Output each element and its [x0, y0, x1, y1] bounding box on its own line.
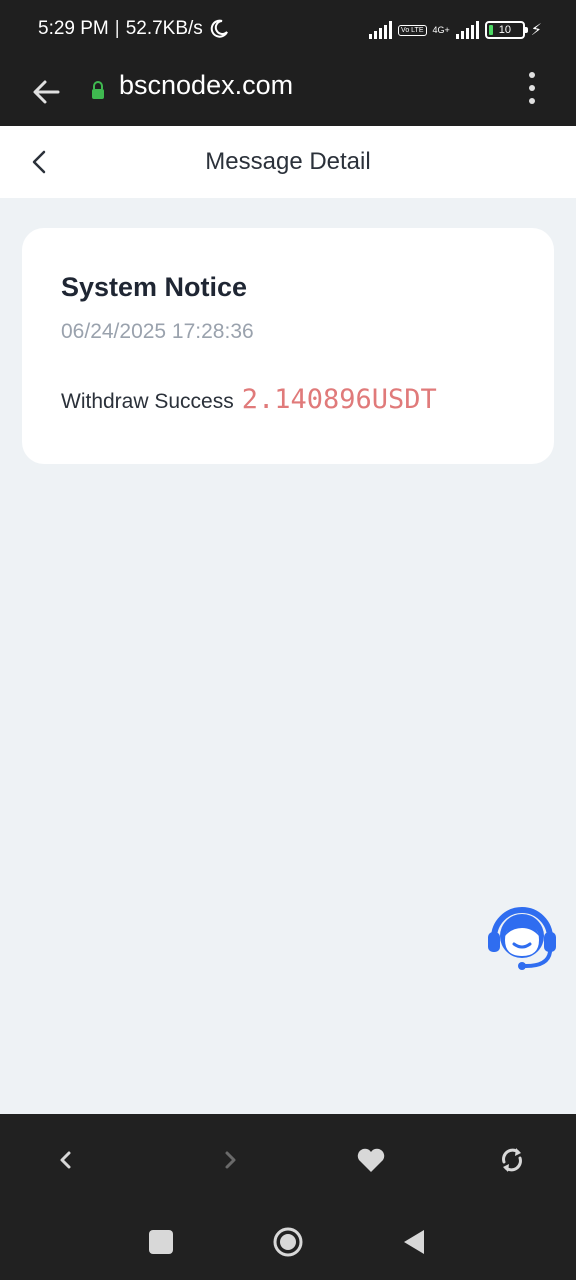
battery-icon: 10: [484, 21, 528, 39]
browser-bottom-nav: [0, 1114, 576, 1206]
battery-level: 10: [498, 24, 512, 36]
signal-icon: [369, 21, 393, 39]
status-bar: 5:29 PM | 52.7KB/s Vo LTE 4G+ 10 ⚡: [0, 0, 576, 60]
heart-icon[interactable]: [355, 1144, 387, 1176]
signal-icon-2: [455, 21, 479, 39]
back-triangle-icon[interactable]: [402, 1228, 426, 1256]
message-timestamp: 06/24/2025 17:28:36: [61, 320, 254, 343]
system-nav-bar: [0, 1206, 576, 1280]
lock-icon: [92, 81, 104, 99]
network-type: 4G+: [432, 24, 450, 35]
message-body: Withdraw Success 2.140896USDT: [61, 384, 437, 415]
message-title: System Notice: [61, 272, 248, 302]
url-bar[interactable]: bscnodex.com: [119, 70, 293, 101]
message-amount: 2.140896USDT: [241, 384, 437, 415]
status-right: Vo LTE 4G+ 10 ⚡: [369, 20, 542, 40]
more-vertical-icon[interactable]: [526, 72, 538, 104]
moon-icon: [210, 19, 228, 38]
refresh-icon[interactable]: [496, 1144, 528, 1176]
status-separator: |: [114, 18, 120, 39]
volte-icon: Vo LTE: [398, 24, 427, 36]
page-title: Message Detail: [205, 148, 371, 175]
chevron-left-icon[interactable]: [50, 1144, 82, 1176]
charging-icon: ⚡: [530, 22, 542, 39]
net-speed: 52.7KB/s: [125, 18, 203, 39]
app-header: Message Detail: [0, 126, 576, 198]
recents-square-icon[interactable]: [149, 1230, 173, 1254]
status-time: 5:29 PM: [38, 18, 109, 39]
browser-bar: bscnodex.com: [0, 60, 576, 126]
status-left: 5:29 PM | 52.7KB/s: [38, 18, 229, 40]
home-circle-icon[interactable]: [272, 1226, 304, 1258]
message-card: System Notice 06/24/2025 17:28:36 Withdr…: [22, 228, 554, 464]
chevron-right-icon[interactable]: [214, 1144, 246, 1176]
message-label: Withdraw Success: [61, 390, 234, 413]
customer-service-headset-icon[interactable]: [486, 898, 558, 972]
arrow-left-icon[interactable]: [30, 76, 62, 108]
